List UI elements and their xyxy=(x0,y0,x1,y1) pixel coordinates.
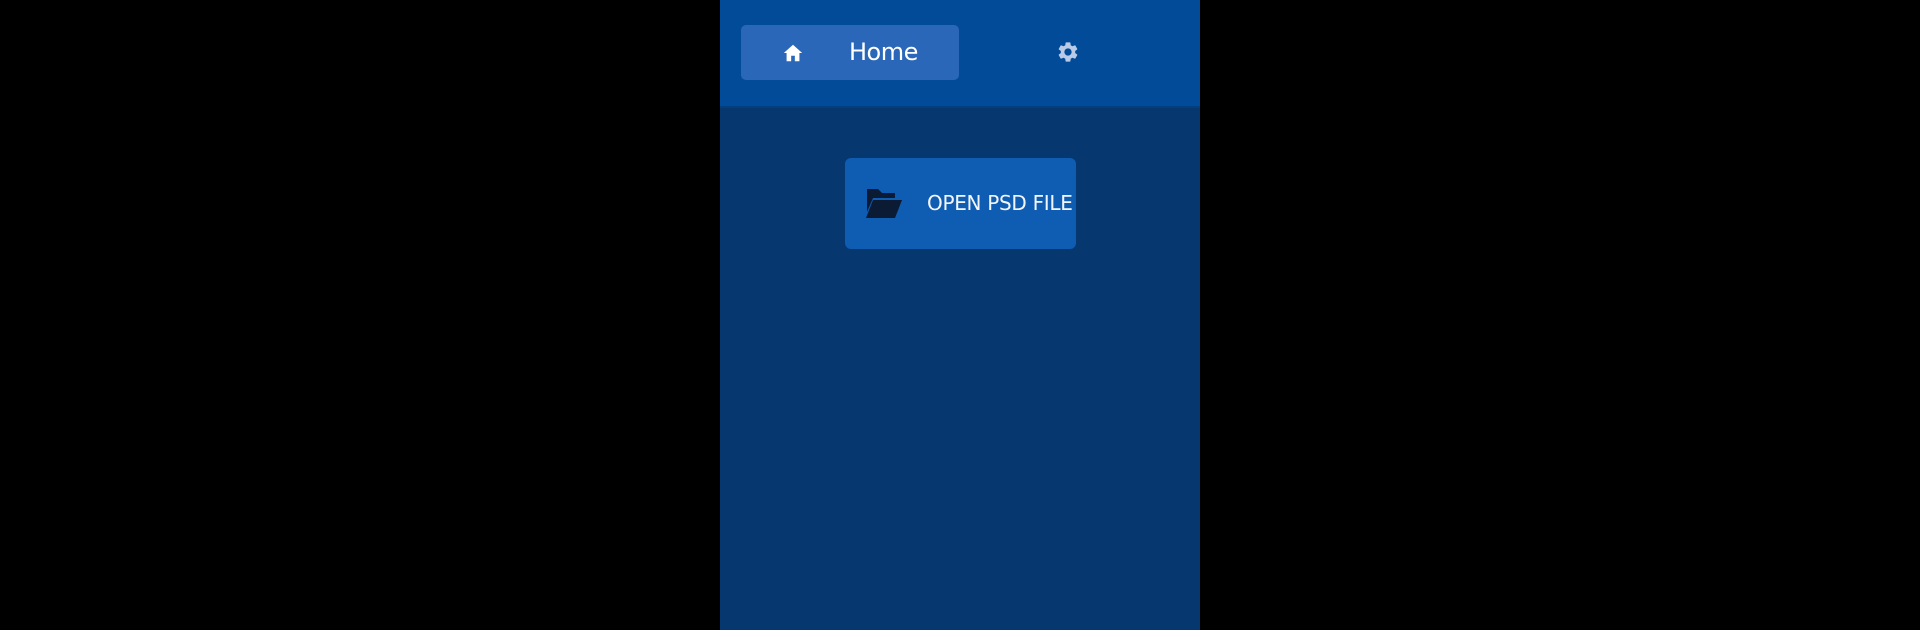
screen-letterbox: Home OPEN PSD FILE xyxy=(0,0,1920,630)
folder-open-icon xyxy=(866,189,902,218)
home-icon xyxy=(783,44,803,62)
open-psd-file-label: OPEN PSD FILE xyxy=(927,191,1073,215)
tab-home-label: Home xyxy=(849,38,918,66)
tab-home[interactable]: Home xyxy=(741,25,959,80)
top-navigation-bar: Home xyxy=(720,0,1200,108)
app-window: Home OPEN PSD FILE xyxy=(720,0,1200,630)
settings-button[interactable] xyxy=(1046,33,1090,71)
gear-icon xyxy=(1058,42,1078,62)
open-psd-file-button[interactable]: OPEN PSD FILE xyxy=(845,158,1076,249)
